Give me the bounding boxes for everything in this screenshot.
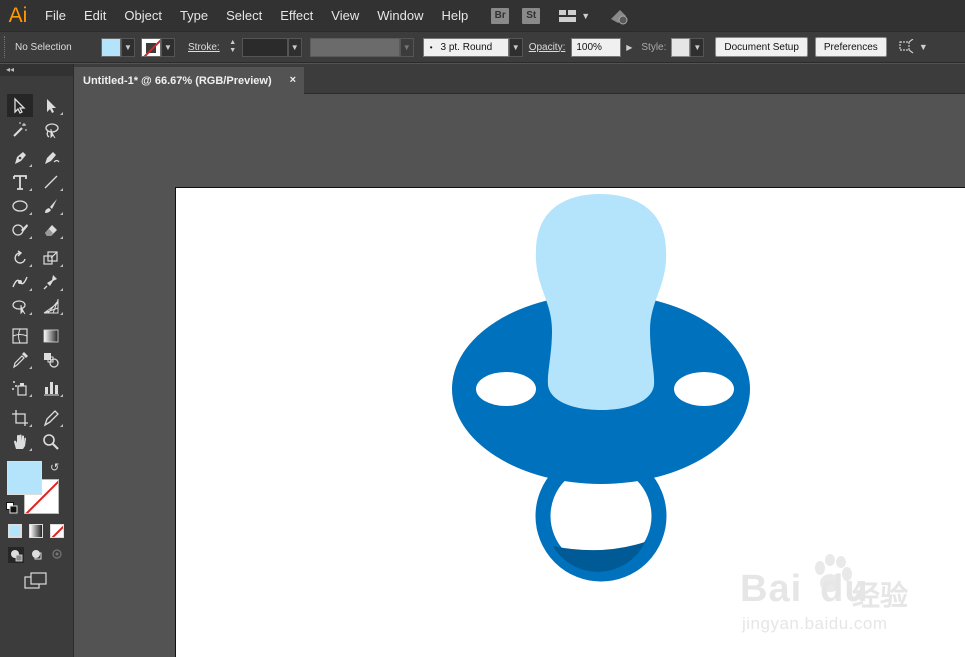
baidu-watermark: Bai du 经验 jingyan.baidu.com <box>740 548 955 643</box>
pacifier-hole-right <box>674 372 734 406</box>
watermark-brand-cn: 经验 <box>852 579 909 612</box>
pacifier-handle[interactable] <box>535 194 667 410</box>
watermark-brand: Bai du <box>740 568 869 610</box>
fill-color-box[interactable] <box>7 461 42 495</box>
pacifier-hole-left <box>476 372 536 406</box>
watermark-url: jingyan.baidu.com <box>742 614 888 633</box>
